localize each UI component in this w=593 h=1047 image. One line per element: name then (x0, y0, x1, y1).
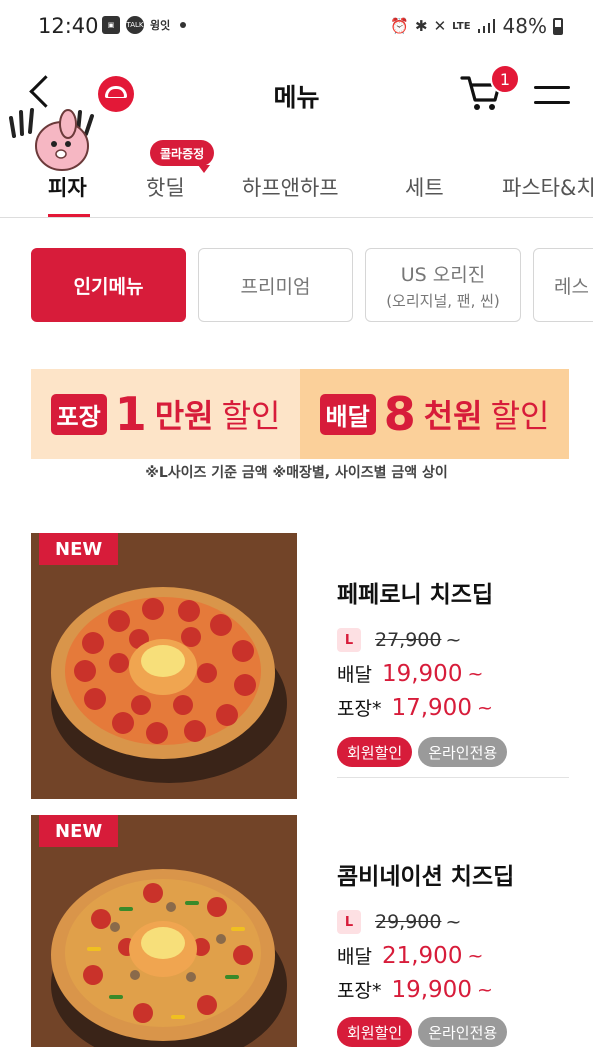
tab-set[interactable]: 세트 (405, 172, 444, 202)
chip-sublabel: (오리지널, 팬, 씬) (386, 291, 500, 310)
pickup-price-row: 포장* 17,900 ~ (337, 694, 493, 721)
signal-icon (477, 19, 495, 33)
product-name[interactable]: 페페로니 치즈딥 (337, 575, 493, 609)
pickup-label: 포장* (337, 698, 382, 720)
status-bar: 12:40 ▣ TALK 윙잇 ⏰ ✱ ✕ LTE 48% (0, 0, 593, 54)
more-notifications-dot (180, 22, 187, 28)
price-tilde: ~ (467, 944, 484, 967)
hamburger-line (534, 86, 570, 89)
pickup-discount-number: 1 (114, 387, 147, 441)
chip-label: 레스 (554, 275, 589, 298)
product-tags: 회원할인 온라인전용 (337, 1017, 508, 1047)
hamburger-line (534, 101, 570, 104)
status-notifications: ▣ TALK 윙잇 (102, 16, 187, 34)
delivery-discount: 배달 8 천원 할인 (300, 369, 569, 459)
new-badge: NEW (39, 533, 119, 565)
price-tilde: ~ (467, 662, 484, 685)
member-discount-tag: 회원할인 (337, 737, 413, 767)
pickup-price-row: 포장* 19,900 ~ (337, 976, 493, 1003)
original-price-row: L 29,900 ~ (337, 910, 461, 934)
alarm-icon: ⏰ (390, 17, 410, 35)
chip-premium[interactable]: 프리미엄 (198, 248, 353, 322)
battery-icon (553, 17, 563, 35)
pickup-price: 17,900 (391, 694, 472, 721)
chip-label: 프리미엄 (240, 275, 311, 298)
original-price: 29,900 (375, 911, 442, 933)
chip-restaurant[interactable]: 레스 (533, 248, 593, 322)
status-system-icons: ⏰ ✱ ✕ LTE 48% (390, 14, 563, 38)
chip-popular[interactable]: 인기메뉴 (31, 248, 186, 322)
delivery-price-row: 배달 19,900 ~ (337, 660, 483, 687)
delivery-price-row: 배달 21,900 ~ (337, 942, 483, 969)
original-price-row: L 27,900 ~ (337, 628, 461, 652)
delivery-discount-number: 8 (383, 387, 416, 441)
size-badge: L (337, 910, 361, 934)
size-badge: L (337, 628, 361, 652)
battery-percent: 48% (502, 14, 547, 38)
pickup-discount: 포장 1 만원 할인 (31, 369, 300, 459)
status-time: 12:40 (38, 14, 99, 38)
chip-label: US 오리진 (400, 263, 486, 286)
product-card[interactable]: NEW 페페로니 치즈딥 L 27,900 ~ 배달 19,900 ~ 포장* … (0, 533, 593, 799)
product-image[interactable]: NEW (31, 533, 297, 799)
pickup-discount-unit: 만원 (154, 397, 214, 435)
banner-note: ※L사이즈 기준 금액 ※매장별, 사이즈별 금액 상이 (145, 465, 448, 481)
promo-tag: 콜라증정 (150, 140, 215, 173)
delivery-discount-text: 할인 (490, 397, 550, 435)
pickup-discount-text: 할인 (221, 397, 281, 435)
member-discount-tag: 회원할인 (337, 1017, 413, 1047)
pepperoni-pizza-image (31, 533, 297, 799)
cart-count-badge: 1 (490, 64, 520, 94)
lte-icon: LTE (452, 20, 471, 32)
subcategory-chips: 인기메뉴 프리미엄 US 오리진 (오리지널, 팬, 씬) 레스 (0, 248, 593, 324)
online-only-tag: 온라인전용 (418, 1017, 508, 1047)
hamburger-menu-button[interactable] (532, 82, 572, 110)
chip-us-origin[interactable]: US 오리진 (오리지널, 팬, 씬) (365, 248, 521, 322)
discount-banner[interactable]: 포장 1 만원 할인 배달 8 천원 할인 (31, 369, 569, 459)
price-tilde: ~ (445, 911, 462, 933)
delivery-label: 배달 (319, 393, 376, 435)
product-image[interactable]: NEW (31, 815, 297, 1047)
pickup-label: 포장 (50, 393, 107, 435)
price-tilde: ~ (476, 696, 493, 719)
original-price: 27,900 (375, 629, 442, 651)
tab-pizza[interactable]: 피자 (48, 172, 87, 202)
chip-label: 인기메뉴 (73, 275, 144, 298)
new-badge: NEW (39, 815, 119, 847)
delivery-price: 19,900 (381, 660, 463, 687)
delivery-label: 배달 (337, 664, 372, 686)
gallery-icon: ▣ (102, 16, 120, 34)
active-tab-indicator (48, 214, 90, 217)
tab-hotdeal[interactable]: 핫딜 (146, 172, 185, 202)
product-card[interactable]: NEW 콤비네이션 치즈딥 L 29,900 ~ 배달 21,900 ~ 포장*… (0, 815, 593, 1047)
delivery-discount-unit: 천원 (423, 397, 483, 435)
delivery-price: 21,900 (381, 942, 463, 969)
price-tilde: ~ (445, 629, 462, 651)
talk-icon: TALK (126, 16, 144, 34)
tab-half-and-half[interactable]: 하프앤하프 (242, 172, 339, 202)
pickup-price: 19,900 (391, 976, 472, 1003)
combination-pizza-image (31, 815, 297, 1047)
online-only-tag: 온라인전용 (418, 737, 508, 767)
tab-pasta-chicken[interactable]: 파스타&치 (502, 172, 593, 202)
product-name[interactable]: 콤비네이션 치즈딥 (337, 857, 514, 891)
price-tilde: ~ (476, 978, 493, 1001)
bluetooth-icon: ✱ (415, 17, 428, 35)
product-tags: 회원할인 온라인전용 (337, 737, 508, 767)
pickup-label: 포장* (337, 980, 382, 1002)
delivery-label: 배달 (337, 946, 372, 968)
divider (337, 777, 569, 778)
category-tabs: 콜라증정 피자 핫딜 하프앤하프 세트 파스타&치 (0, 132, 593, 218)
mute-icon: ✕ (433, 17, 447, 35)
app-notification-text: 윙잇 (150, 19, 171, 32)
